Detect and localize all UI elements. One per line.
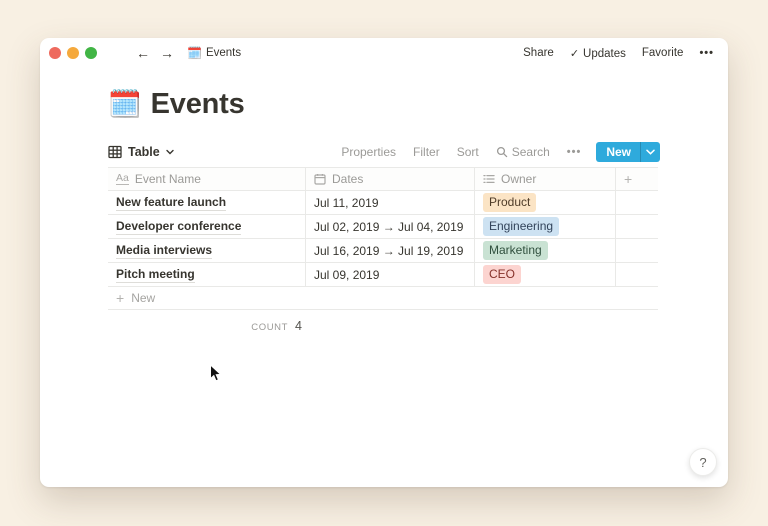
view-switcher[interactable]: Table [108, 145, 174, 159]
event-name-cell[interactable]: Developer conference [108, 215, 306, 238]
minimize-window-button[interactable] [67, 47, 79, 59]
document-title: Events [206, 47, 241, 59]
add-column-button[interactable]: + [616, 168, 658, 190]
plus-icon: + [116, 290, 124, 306]
more-options-icon[interactable]: ••• [699, 47, 714, 59]
database-table: Aa Event Name Dates Owner + New fea [108, 167, 658, 333]
column-header-dates[interactable]: Dates [306, 168, 475, 190]
check-icon: ✓ [570, 48, 579, 60]
window-controls [49, 47, 97, 59]
toolbar-more-icon[interactable]: ••• [567, 146, 582, 158]
add-row-button[interactable]: + New [108, 287, 658, 310]
page-header: 🗓️ Events [108, 88, 245, 121]
owner-tag[interactable]: Marketing [483, 241, 548, 260]
dates-cell[interactable]: Jul 09, 2019 [306, 263, 475, 286]
filter-button[interactable]: Filter [413, 145, 440, 159]
table-header-row: Aa Event Name Dates Owner + [108, 167, 658, 191]
owner-tag[interactable]: CEO [483, 265, 521, 284]
page-title[interactable]: Events [151, 88, 245, 121]
favorite-button[interactable]: Favorite [642, 47, 684, 59]
select-property-icon [483, 173, 495, 185]
close-window-button[interactable] [49, 47, 61, 59]
dates-cell[interactable]: Jul 11, 2019 [306, 191, 475, 214]
share-button[interactable]: Share [523, 47, 554, 59]
chevron-down-icon [646, 149, 655, 155]
empty-cell [616, 239, 658, 262]
dates-cell[interactable]: Jul 02, 2019 → Jul 04, 2019 [306, 215, 475, 238]
table-row[interactable]: Media interviews Jul 16, 2019 → Jul 19, … [108, 239, 658, 263]
text-property-icon: Aa [116, 173, 129, 186]
zoom-window-button[interactable] [85, 47, 97, 59]
table-footer-count[interactable]: COUNT 4 [108, 310, 306, 333]
owner-tag[interactable]: Engineering [483, 217, 559, 236]
view-label: Table [128, 145, 160, 159]
properties-button[interactable]: Properties [341, 145, 396, 159]
desktop: { "titlebar": { "doc_emoji": "🗓️", "doc_… [0, 0, 768, 526]
empty-cell [616, 263, 658, 286]
back-button[interactable]: ← [136, 46, 150, 60]
column-header-owner[interactable]: Owner [475, 168, 616, 190]
table-row[interactable]: Developer conference Jul 02, 2019 → Jul … [108, 215, 658, 239]
count-label: COUNT [251, 322, 288, 333]
owner-tag[interactable]: Product [483, 193, 536, 212]
titlebar-actions: Share ✓Updates Favorite ••• [523, 47, 714, 60]
new-dropdown-toggle[interactable] [641, 142, 660, 162]
table-body: New feature launch Jul 11, 2019 Product … [108, 191, 658, 287]
help-button[interactable]: ? [689, 448, 717, 476]
owner-cell[interactable]: CEO [475, 263, 616, 286]
new-button-label: New [596, 142, 640, 162]
sidebar-menu-icon[interactable] [112, 48, 126, 59]
search-icon [496, 146, 508, 158]
table-row[interactable]: Pitch meeting Jul 09, 2019 CEO [108, 263, 658, 287]
chevron-down-icon [166, 149, 174, 155]
view-toolbar: Table Properties Filter Sort Search ••• … [108, 141, 660, 162]
toolbar-actions: Properties Filter Sort Search ••• New [341, 142, 660, 162]
notion-window: ← → 🗓️ Events Share ✓Updates Favorite ••… [40, 38, 728, 487]
sort-button[interactable]: Sort [457, 145, 479, 159]
page-emoji-icon[interactable]: 🗓️ [108, 91, 142, 118]
calendar-icon [314, 173, 326, 185]
document-emoji-icon: 🗓️ [187, 46, 202, 60]
updates-button[interactable]: ✓Updates [570, 47, 626, 60]
event-name-cell[interactable]: Pitch meeting [108, 263, 306, 286]
empty-cell [616, 215, 658, 238]
count-value: 4 [295, 319, 302, 333]
search-button[interactable]: Search [496, 145, 550, 159]
event-name-cell[interactable]: Media interviews [108, 239, 306, 262]
owner-cell[interactable]: Product [475, 191, 616, 214]
table-row[interactable]: New feature launch Jul 11, 2019 Product [108, 191, 658, 215]
new-button[interactable]: New [596, 142, 660, 162]
titlebar: ← → 🗓️ Events Share ✓Updates Favorite ••… [40, 38, 728, 68]
table-view-icon [108, 145, 122, 159]
owner-cell[interactable]: Engineering [475, 215, 616, 238]
empty-cell [616, 191, 658, 214]
plus-icon: + [624, 171, 632, 187]
column-header-event-name[interactable]: Aa Event Name [108, 168, 306, 190]
owner-cell[interactable]: Marketing [475, 239, 616, 262]
dates-cell[interactable]: Jul 16, 2019 → Jul 19, 2019 [306, 239, 475, 262]
forward-button[interactable]: → [160, 46, 174, 60]
event-name-cell[interactable]: New feature launch [108, 191, 306, 214]
